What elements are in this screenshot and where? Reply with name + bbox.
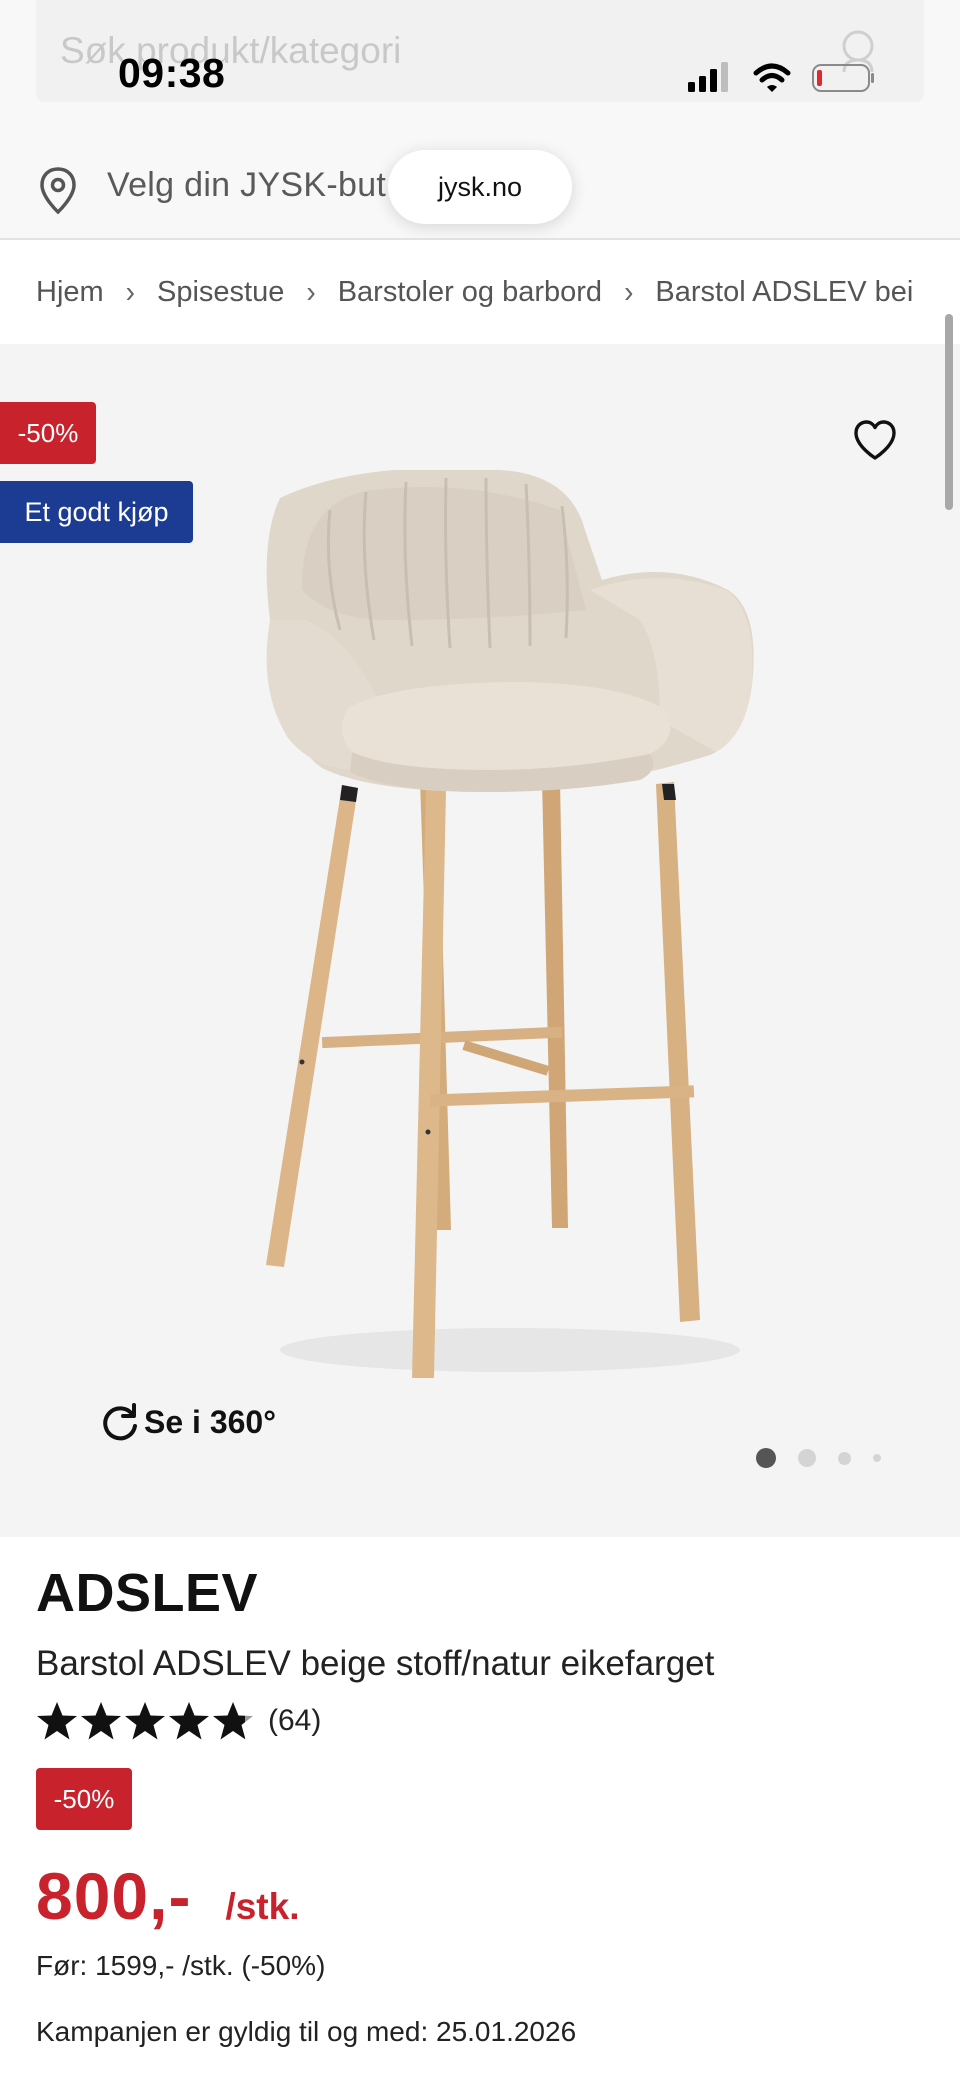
rotate-360-icon: [103, 1403, 137, 1441]
star-icon: [169, 1702, 209, 1740]
browser-url[interactable]: jysk.no: [438, 172, 522, 203]
price-discount-badge: -50%: [36, 1768, 132, 1830]
battery-low-icon: [812, 64, 874, 92]
wifi-icon: [753, 63, 791, 92]
before-price: Før: 1599,- /stk. (-50%): [36, 1950, 326, 1981]
top-header: Søk produkt/kategori 09:38 Velg din JYSK…: [0, 0, 960, 238]
rating-stars: [36, 1700, 256, 1742]
price-unit: /stk.: [225, 1886, 300, 1927]
store-selector-label[interactable]: Velg din JYSK-butikk: [107, 166, 387, 205]
status-icons: [688, 62, 874, 92]
cellular-signal-icon: [688, 62, 728, 92]
star-icon: [125, 1702, 165, 1740]
product-name: Barstol ADSLEV beige stoff/natur eikefar…: [36, 1644, 715, 1683]
search-placeholder[interactable]: Søk produkt/kategori: [60, 30, 401, 72]
heart-icon[interactable]: [852, 418, 898, 464]
gallery-dot[interactable]: [838, 1451, 851, 1465]
gallery-pagination[interactable]: [756, 1447, 903, 1469]
chevron-right-icon: ›: [125, 274, 135, 309]
view-360-label[interactable]: Se i 360°: [144, 1404, 276, 1441]
discount-badge-label: -50%: [17, 417, 79, 448]
price-row: 800,- /stk.: [36, 1858, 299, 1934]
current-price: 800,-: [36, 1859, 192, 1933]
gallery-dot[interactable]: [756, 1448, 776, 1468]
bar-stool-product-image: [266, 470, 754, 1378]
product-brand: ADSLEV: [36, 1563, 259, 1623]
discount-badge: -50%: [0, 402, 96, 464]
gallery-dot[interactable]: [873, 1454, 881, 1462]
star-icon: [81, 1702, 121, 1740]
breadcrumb-dining-room[interactable]: Spisestue: [157, 276, 284, 309]
star-icon: [213, 1702, 253, 1740]
review-count[interactable]: (64): [268, 1704, 321, 1738]
good-deal-badge-label: Et godt kjøp: [24, 496, 169, 527]
breadcrumb-home[interactable]: Hjem: [36, 276, 104, 309]
breadcrumb-bar-stools[interactable]: Barstoler og barbord: [338, 276, 602, 309]
location-pin-icon: [40, 167, 76, 215]
good-deal-badge: Et godt kjøp: [0, 481, 193, 543]
breadcrumb: Hjem › Spisestue › Barstoler og barbord …: [0, 240, 960, 344]
scrollbar[interactable]: [945, 314, 953, 510]
breadcrumb-current-product[interactable]: Barstol ADSLEV bei: [655, 276, 913, 309]
view-360-button[interactable]: Se i 360°: [100, 1402, 276, 1442]
price-discount-badge-label: -50%: [53, 1783, 115, 1814]
chevron-right-icon: ›: [624, 274, 634, 309]
gallery-dot[interactable]: [798, 1449, 816, 1467]
status-time: 09:38: [118, 50, 226, 96]
product-rating[interactable]: (64): [36, 1700, 321, 1742]
browser-url-pill[interactable]: jysk.no: [388, 150, 572, 224]
campaign-validity: Kampanjen er gyldig til og med: 25.01.20…: [36, 2016, 577, 2047]
star-icon: [37, 1702, 77, 1740]
chevron-right-icon: ›: [306, 274, 316, 309]
